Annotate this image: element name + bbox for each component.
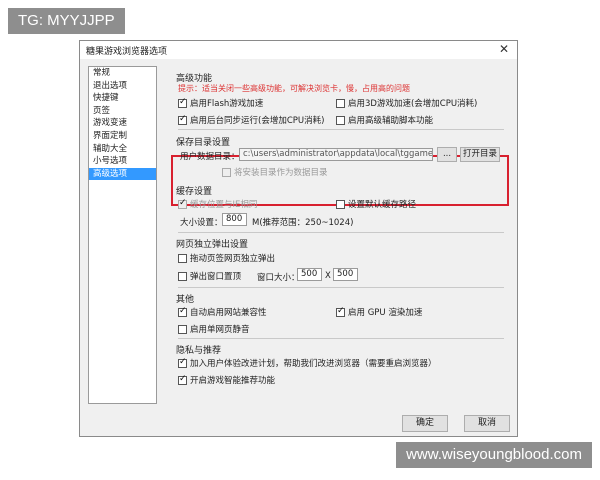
checkbox-unchecked-icon bbox=[178, 271, 187, 281]
site-compat-checkbox[interactable]: 自动启用网站兼容性 bbox=[178, 306, 267, 318]
checkbox-checked-icon bbox=[178, 374, 187, 385]
page-mute-label: 启用单网页静音 bbox=[190, 325, 250, 335]
checkbox-checked-icon bbox=[178, 114, 187, 125]
window-height-input[interactable]: 500 bbox=[333, 268, 358, 281]
checkbox-unchecked-icon bbox=[336, 115, 345, 125]
checkbox-unchecked-icon bbox=[178, 253, 187, 263]
user-dir-label: 用户数据目录： bbox=[180, 152, 240, 162]
checkbox-checked-icon bbox=[336, 306, 345, 317]
nav-item-assist[interactable]: 辅助大全 bbox=[89, 143, 156, 156]
open-dir-button[interactable]: 打开目录 bbox=[460, 147, 500, 162]
nav-item-ui-custom[interactable]: 界面定制 bbox=[89, 130, 156, 143]
cache-section-title: 缓存设置 bbox=[176, 187, 213, 197]
nav-item-tabs[interactable]: 页签 bbox=[89, 105, 156, 118]
privacy-section-title: 隐私与推荐 bbox=[176, 346, 222, 356]
advanced-hint: 提示：适当关闭一些高级功能，可解决浏览卡，慢，占用高的问题 bbox=[178, 84, 410, 93]
divider bbox=[178, 338, 504, 339]
checkbox-unchecked-icon bbox=[336, 199, 345, 209]
gpu-accel-label: 启用 GPU 渲染加速 bbox=[348, 308, 423, 318]
checkbox-checked-icon bbox=[178, 357, 187, 368]
flash-accel-label: 启用Flash游戏加速 bbox=[190, 99, 264, 109]
window-title: 糖果游戏浏览器选项 bbox=[86, 47, 168, 57]
flash-accel-checkbox[interactable]: 启用Flash游戏加速 bbox=[178, 97, 263, 109]
other-section-title: 其他 bbox=[176, 295, 195, 305]
adv-script-label: 启用高级辅助脚本功能 bbox=[348, 116, 434, 126]
checkbox-unchecked-icon bbox=[178, 324, 187, 334]
accel-3d-label: 启用3D游戏加速(会增加CPU消耗) bbox=[348, 99, 478, 109]
smart-recommend-label: 开启游戏智能推荐功能 bbox=[190, 376, 276, 386]
browse-button[interactable]: ... bbox=[437, 147, 457, 162]
ux-plan-label: 加入用户体验改进计划，帮助我们改进浏览器（需要重启浏览器） bbox=[190, 359, 437, 369]
checkbox-unchecked-icon bbox=[336, 98, 345, 108]
watermark-top: TG: MYYJJPP bbox=[8, 8, 125, 34]
cache-same-ie-checkbox[interactable]: 缓存位置与IE相同 bbox=[178, 198, 257, 210]
site-compat-label: 自动启用网站兼容性 bbox=[190, 308, 267, 318]
gpu-accel-checkbox[interactable]: 启用 GPU 渲染加速 bbox=[336, 306, 422, 318]
nav-item-general[interactable]: 常规 bbox=[89, 67, 156, 80]
popup-on-top-label: 弹出窗口置顶 bbox=[190, 272, 242, 282]
window-size-label: 窗口大小： bbox=[257, 273, 300, 283]
advanced-options-panel: 高级功能 提示：适当关闭一些高级功能，可解决浏览卡，慢，占用高的问题 启用Fla… bbox=[166, 66, 511, 408]
checkbox-unchecked-icon bbox=[222, 167, 231, 177]
popup-on-top-checkbox[interactable]: 弹出窗口置顶 bbox=[178, 270, 241, 282]
options-dialog: 糖果游戏浏览器选项 ✕ 常规 退出选项 快捷键 页签 游戏变速 界面定制 辅助大… bbox=[79, 40, 518, 437]
save-dir-section-title: 保存目录设置 bbox=[176, 138, 231, 148]
divider bbox=[178, 287, 504, 288]
ux-plan-checkbox[interactable]: 加入用户体验改进计划，帮助我们改进浏览器（需要重启浏览器） bbox=[178, 357, 437, 369]
divider bbox=[178, 129, 504, 130]
nav-item-exit-options[interactable]: 退出选项 bbox=[89, 80, 156, 93]
cancel-button[interactable]: 取消 bbox=[464, 415, 510, 432]
smart-recommend-checkbox[interactable]: 开启游戏智能推荐功能 bbox=[178, 374, 275, 386]
bg-sync-checkbox[interactable]: 启用后台同步运行(会增加CPU消耗) bbox=[178, 114, 324, 126]
nav-item-advanced[interactable]: 高级选项 bbox=[89, 167, 156, 181]
bg-sync-label: 启用后台同步运行(会增加CPU消耗) bbox=[190, 116, 325, 126]
adv-script-checkbox[interactable]: 启用高级辅助脚本功能 bbox=[336, 114, 433, 126]
checkbox-checked-icon bbox=[178, 198, 187, 209]
title-bar: 糖果游戏浏览器选项 ✕ bbox=[80, 41, 517, 59]
cache-same-ie-label: 缓存位置与IE相同 bbox=[190, 200, 258, 210]
size-separator: X bbox=[325, 271, 331, 281]
nav-item-shortcuts[interactable]: 快捷键 bbox=[89, 92, 156, 105]
install-dir-label: 将安装目录作为数据目录 bbox=[234, 168, 328, 178]
window-width-input[interactable]: 500 bbox=[297, 268, 322, 281]
checkbox-checked-icon bbox=[178, 306, 187, 317]
drag-tab-popup-label: 拖动页签网页独立弹出 bbox=[190, 254, 276, 264]
divider bbox=[178, 232, 504, 233]
page-mute-checkbox[interactable]: 启用单网页静音 bbox=[178, 323, 250, 335]
checkbox-checked-icon bbox=[178, 97, 187, 108]
nav-item-game-speed[interactable]: 游戏变速 bbox=[89, 117, 156, 130]
nav-item-alt-accounts[interactable]: 小号选项 bbox=[89, 155, 156, 168]
user-dir-field[interactable]: c:\users\administrator\appdata\local\tgg… bbox=[239, 148, 433, 161]
ok-button[interactable]: 确定 bbox=[402, 415, 448, 432]
drag-tab-popup-checkbox[interactable]: 拖动页签网页独立弹出 bbox=[178, 252, 275, 264]
options-nav-list: 常规 退出选项 快捷键 页签 游戏变速 界面定制 辅助大全 小号选项 高级选项 bbox=[88, 66, 157, 404]
cache-size-input[interactable]: 800 bbox=[222, 213, 247, 226]
popup-section-title: 网页独立弹出设置 bbox=[176, 240, 249, 250]
install-dir-checkbox[interactable]: 将安装目录作为数据目录 bbox=[222, 166, 328, 178]
cache-size-label: 大小设置： bbox=[180, 218, 223, 228]
close-icon[interactable]: ✕ bbox=[499, 42, 509, 56]
watermark-bottom: www.wiseyoungblood.com bbox=[396, 442, 592, 468]
accel-3d-checkbox[interactable]: 启用3D游戏加速(会增加CPU消耗) bbox=[336, 97, 477, 109]
cache-default-path-label: 设置默认缓存路径 bbox=[348, 200, 417, 210]
cache-size-hint: M(推荐范围：250~1024) bbox=[252, 218, 354, 228]
cache-default-path-checkbox[interactable]: 设置默认缓存路径 bbox=[336, 198, 416, 210]
